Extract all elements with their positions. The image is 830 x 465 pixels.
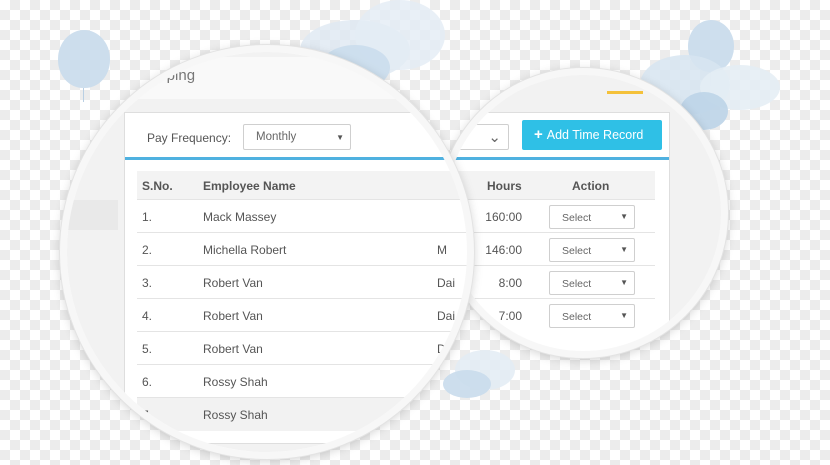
sno-cell: 7. — [142, 408, 153, 422]
action-select[interactable]: Select ▼ — [549, 271, 635, 295]
employee-name-cell: Robert Van — [203, 276, 263, 290]
action-select-value: Select — [562, 212, 592, 224]
extra-cell: M — [437, 243, 447, 257]
sno-cell: 1. — [142, 210, 153, 224]
caret-down-icon: ▼ — [620, 212, 628, 221]
card-toolbar: Pay Frequency: Monthly ▼ — [125, 113, 467, 157]
table-row: 1. Mack Massey — [137, 199, 467, 233]
table-row: 4. Robert Van Dai — [137, 298, 467, 332]
header-sno: S.No. — [142, 179, 173, 193]
add-time-record-button[interactable]: + Add Time Record — [522, 120, 662, 150]
header-employee-name: Employee Name — [203, 179, 296, 193]
action-select-value: Select — [562, 278, 592, 290]
table-view-magnified: ⌄ +Add Time Record S.No. Employee Name H… — [445, 75, 721, 351]
action-select-value: Select — [562, 311, 592, 323]
highlight-bar — [607, 91, 643, 94]
caret-down-icon: ▼ — [336, 133, 344, 142]
table-row: 7. Rossy Shah — [137, 397, 467, 431]
caret-down-icon: ▼ — [620, 278, 628, 287]
magnifier-circle-right: ⌄ +Add Time Record S.No. Employee Name H… — [438, 68, 728, 358]
table-row: 3. Robert Van Dai — [137, 265, 467, 299]
sno-cell: 2. — [142, 243, 153, 257]
plus-icon: + — [534, 126, 543, 143]
hours-cell: 8:00 — [498, 276, 522, 290]
header-action: Action — [572, 179, 610, 193]
caret-down-icon: ▼ — [620, 245, 628, 254]
chevron-down-icon: ⌄ — [488, 129, 501, 146]
toolbar-divider — [445, 157, 669, 160]
magnifier-circle-left: eeping Pay Frequency: Monthly ▼ S.No. Em… — [60, 45, 474, 459]
time-records-card: Pay Frequency: Monthly ▼ S.No. Employee … — [124, 112, 467, 444]
hours-cell: 7:00 — [498, 309, 522, 323]
employee-name-cell: Robert Van — [203, 342, 263, 356]
action-select-value: Select — [562, 245, 592, 257]
section-title: eeping — [150, 67, 196, 84]
employee-name-cell: Rossy Shah — [203, 408, 268, 422]
action-select[interactable]: Select ▼ — [549, 304, 635, 328]
extra-cell: Dai — [437, 309, 456, 323]
sno-cell: 3. — [142, 276, 153, 290]
add-button-label: Add Time Record — [546, 128, 644, 142]
table-row: 6. Rossy Shah — [137, 364, 467, 398]
extra-cell: Dai — [437, 276, 456, 290]
table-header: S.No. Employee Name — [137, 171, 467, 199]
hours-cell: 146:00 — [485, 243, 522, 257]
action-select[interactable]: Select ▼ — [549, 205, 635, 229]
table-view-magnified: eeping Pay Frequency: Monthly ▼ S.No. Em… — [67, 52, 467, 452]
sno-cell: 6. — [142, 375, 153, 389]
employee-name-cell: Mack Massey — [203, 210, 277, 224]
side-panel-stripe — [67, 200, 118, 230]
pay-frequency-value: Monthly — [256, 131, 297, 143]
hours-cell: 160:00 — [485, 210, 522, 224]
action-select[interactable]: Select ▼ — [549, 238, 635, 262]
pay-frequency-label: Pay Frequency: — [147, 131, 232, 145]
table-header: S.No. Employee Name Hours Action — [445, 171, 655, 199]
extra-cell: D — [437, 342, 446, 356]
sno-cell: 4. — [142, 309, 153, 323]
pay-frequency-select[interactable]: Monthly ▼ — [243, 124, 351, 150]
header-hours: Hours — [487, 179, 522, 193]
caret-down-icon: ▼ — [620, 311, 628, 320]
table-row: 5. Robert Van D — [137, 331, 467, 365]
employee-name-cell: Michella Robert — [203, 243, 287, 257]
employee-name-cell: Rossy Shah — [203, 375, 268, 389]
table-row: Dai 7:00 Select▼ — [445, 298, 655, 332]
employee-name-cell: Robert Van — [203, 309, 263, 323]
toolbar-divider — [125, 157, 467, 160]
section-header — [67, 57, 467, 99]
table-row: 2. Michella Robert M — [137, 232, 467, 266]
sno-cell: 5. — [142, 342, 153, 356]
card-toolbar: ⌄ + Add Time Record — [445, 113, 669, 157]
